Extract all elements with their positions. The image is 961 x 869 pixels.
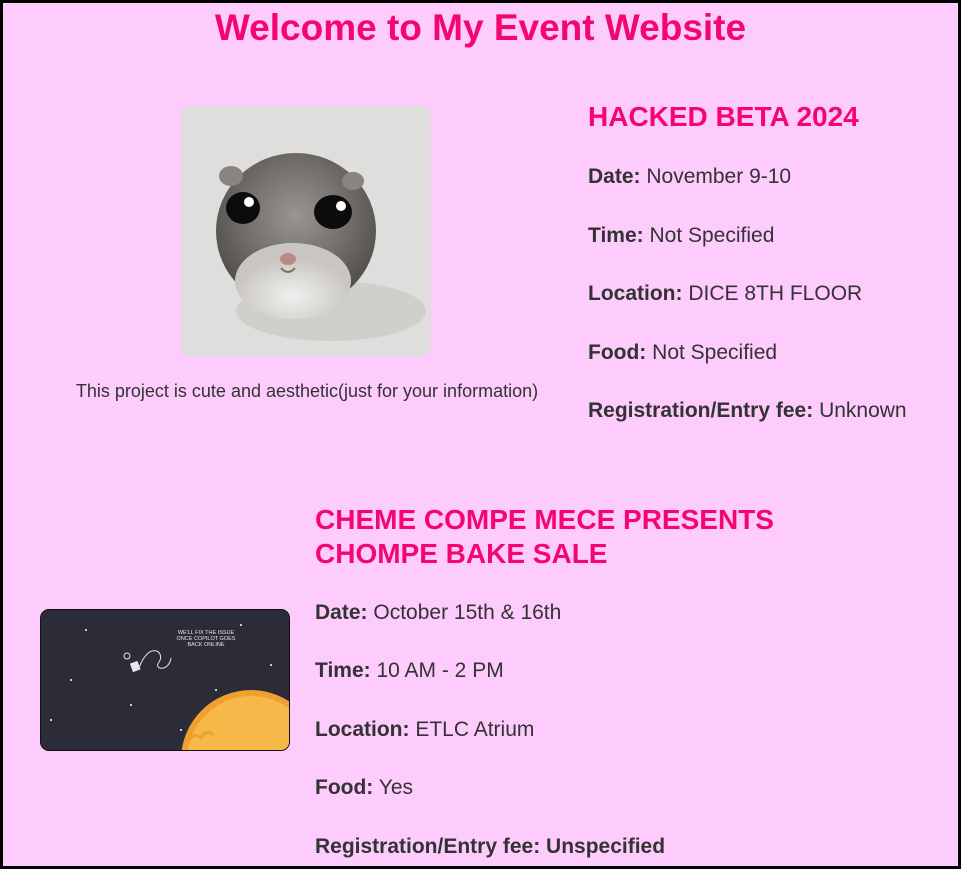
- event-1-date: Date: November 9-10: [588, 165, 791, 189]
- detail-value: Unknown: [819, 399, 907, 422]
- detail-value: October 15th & 16th: [373, 601, 562, 624]
- detail-label: Location:: [315, 718, 410, 741]
- detail-label: Food:: [588, 341, 647, 364]
- detail-label: Registration/Entry fee: Unspecified: [315, 835, 666, 858]
- detail-label: Registration/Entry fee:: [588, 399, 814, 422]
- page-title: Welcome to My Event Website: [214, 7, 747, 48]
- detail-label: Time:: [315, 659, 371, 682]
- detail-label: Location:: [588, 282, 683, 305]
- event-1-food: Food: Not Specified: [588, 341, 777, 365]
- detail-value: Yes: [378, 776, 414, 799]
- event-2-location: Location: ETLC Atrium: [315, 718, 534, 742]
- event-1-fee: Registration/Entry fee: Unknown: [588, 399, 907, 423]
- detail-value: November 9-10: [646, 165, 792, 188]
- space-comic-image: WE'LL FIX THE ISSUE ONCE COPILOT GOES BA…: [40, 609, 290, 751]
- detail-value: Not Specified: [652, 341, 778, 364]
- event-2-date: Date: October 15th & 16th: [315, 601, 561, 625]
- hamster-image: [181, 106, 431, 356]
- detail-value: DICE 8TH FLOOR: [688, 282, 863, 305]
- detail-label: Food:: [315, 776, 374, 799]
- detail-label: Time:: [588, 224, 644, 247]
- page: Welcome to My Event Website This project…: [0, 0, 961, 869]
- comic-text-line-3: BACK ONLINE: [188, 642, 225, 648]
- detail-label: Date:: [588, 165, 641, 188]
- detail-label: Date:: [315, 601, 368, 624]
- detail-value: 10 AM - 2 PM: [376, 659, 504, 682]
- event-2-title: CHEME COMPE MECE PRESENTS CHOMPE BAKE SA…: [315, 503, 774, 571]
- event-2-time: Time: 10 AM - 2 PM: [315, 659, 504, 683]
- detail-value: ETLC Atrium: [415, 718, 535, 741]
- event-1-location: Location: DICE 8TH FLOOR: [588, 282, 862, 306]
- event-1-title: HACKED BETA 2024: [588, 101, 859, 132]
- event-1-caption: This project is cute and aesthetic(just …: [75, 381, 539, 401]
- detail-value: Not Specified: [649, 224, 775, 247]
- event-2-fee: Registration/Entry fee: Unspecified: [315, 835, 665, 859]
- event-1-time: Time: Not Specified: [588, 224, 774, 248]
- event-2-title-line-2: CHOMPE BAKE SALE: [315, 538, 608, 569]
- event-2-title-line-1: CHEME COMPE MECE PRESENTS: [315, 504, 774, 535]
- event-2-food: Food: Yes: [315, 776, 413, 800]
